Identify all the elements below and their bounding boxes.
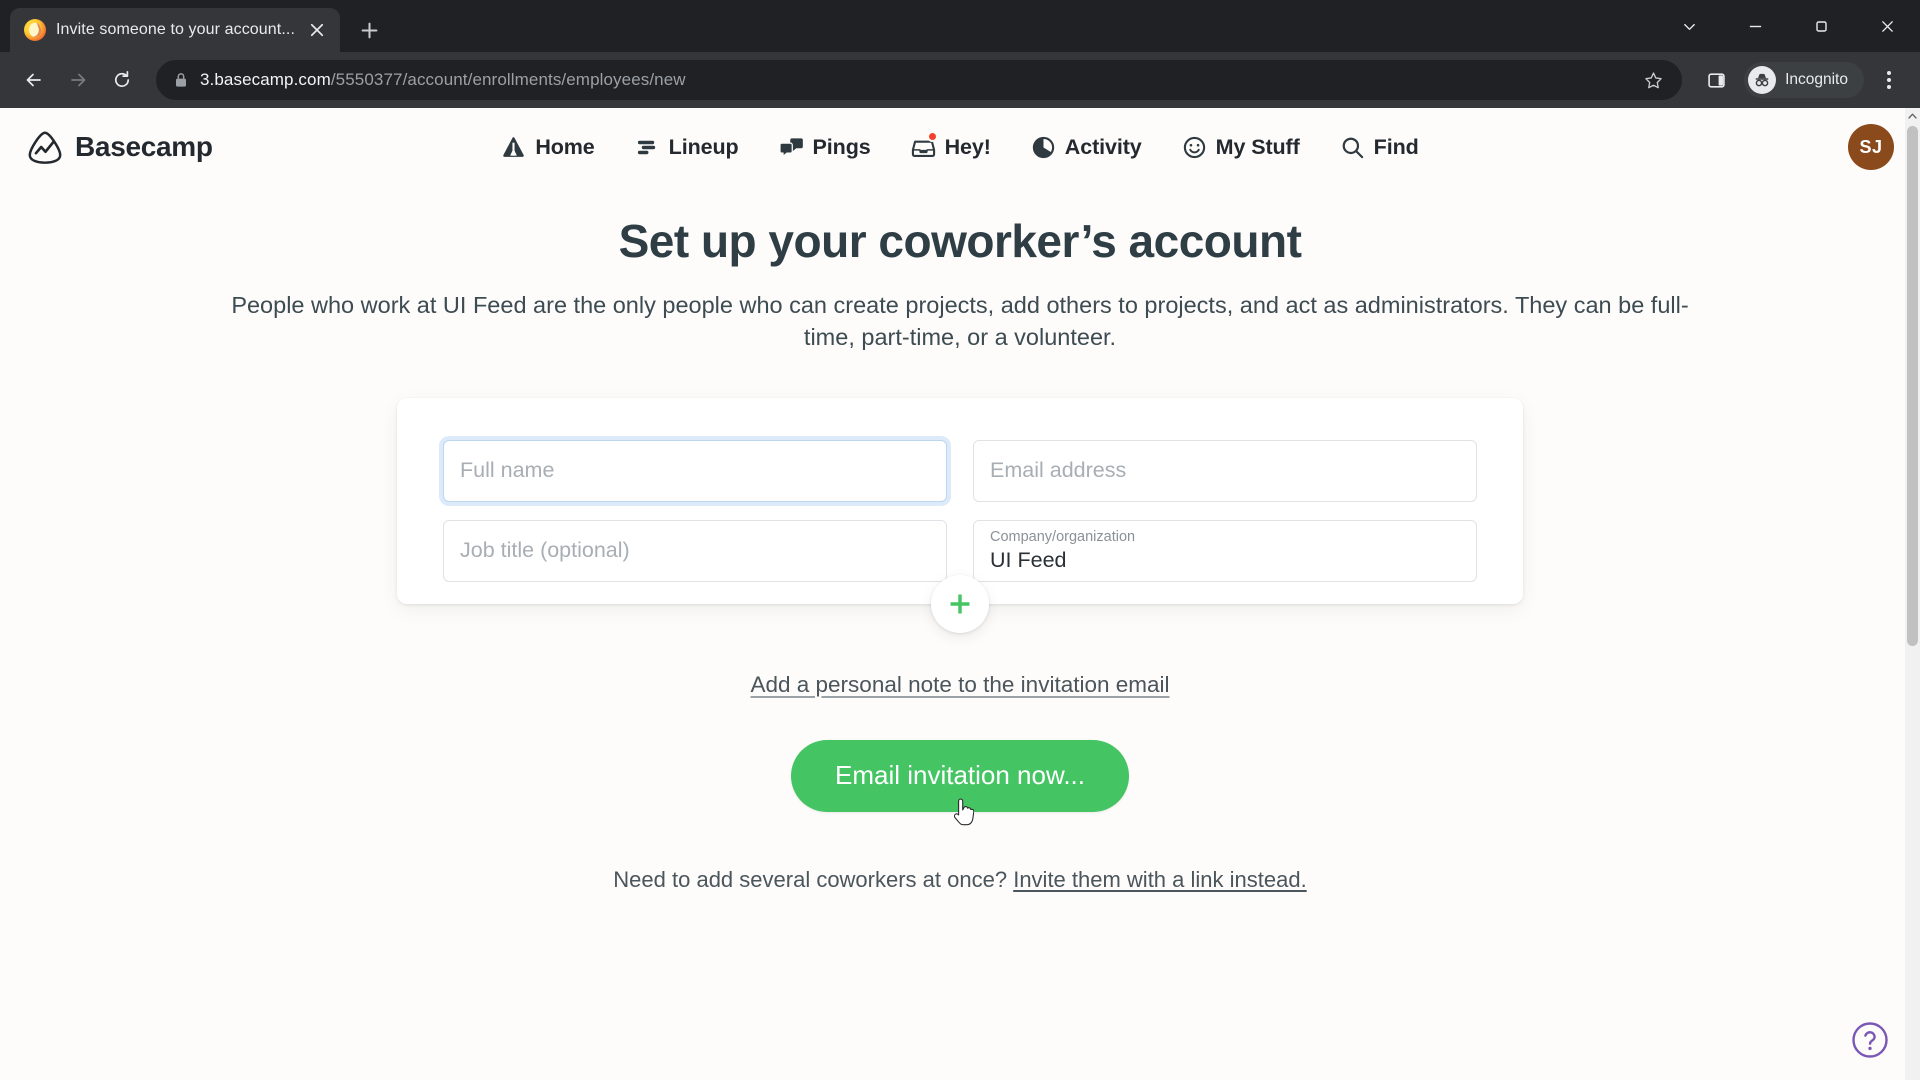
nav-item-activity[interactable]: Activity bbox=[1029, 131, 1144, 164]
nav-label: Home bbox=[535, 134, 595, 159]
help-button[interactable] bbox=[1848, 1018, 1892, 1062]
bookmark-star-icon[interactable] bbox=[1638, 65, 1668, 95]
email-field[interactable]: Email address bbox=[973, 439, 1477, 502]
side-panel-icon[interactable] bbox=[1696, 60, 1736, 100]
close-window-icon[interactable] bbox=[1854, 0, 1920, 52]
browser-tab[interactable]: Invite someone to your account... bbox=[10, 8, 340, 52]
notification-badge bbox=[926, 130, 938, 142]
email-invitation-label: Email invitation now... bbox=[834, 760, 1085, 791]
page-title: Set up your coworker’s account bbox=[618, 215, 1302, 267]
nav-label: Find bbox=[1373, 134, 1419, 159]
footer-note-prefix: Need to add several coworkers at once? bbox=[613, 866, 1008, 892]
avatar[interactable]: SJ bbox=[1848, 124, 1894, 170]
company-field[interactable]: Company/organization UI Feed bbox=[973, 519, 1477, 582]
mouse-cursor-icon bbox=[953, 798, 974, 826]
maximize-icon[interactable] bbox=[1788, 0, 1854, 52]
nav-item-my-stuff[interactable]: My Stuff bbox=[1180, 131, 1302, 164]
company-value: UI Feed bbox=[990, 547, 1067, 572]
email-placeholder: Email address bbox=[990, 458, 1127, 483]
nav-item-lineup[interactable]: Lineup bbox=[633, 131, 741, 164]
chat-icon bbox=[778, 137, 803, 158]
basecamp-logo-text: Basecamp bbox=[75, 131, 213, 162]
full-name-placeholder: Full name bbox=[460, 458, 555, 483]
incognito-indicator[interactable]: Incognito bbox=[1744, 62, 1864, 98]
address-bar[interactable]: 3.basecamp.com/5550377/account/enrollmen… bbox=[156, 60, 1683, 100]
nav-label: My Stuff bbox=[1215, 134, 1300, 159]
scroll-up-icon[interactable] bbox=[1905, 108, 1920, 125]
chrome-menu-icon[interactable] bbox=[1872, 60, 1906, 100]
page-scrollbar[interactable] bbox=[1905, 108, 1920, 1080]
tent-icon bbox=[503, 136, 525, 157]
back-button[interactable] bbox=[14, 60, 54, 100]
url-host: 3.basecamp.com bbox=[200, 70, 331, 89]
window-controls bbox=[1656, 0, 1920, 52]
incognito-icon bbox=[1748, 66, 1777, 94]
forward-button[interactable] bbox=[58, 60, 98, 100]
page-content: Set up your coworker’s account People wh… bbox=[0, 186, 1920, 1080]
app-nav-menu: Home Lineup Pings Hey! Activity My Stuff… bbox=[0, 130, 1920, 164]
basecamp-favicon-icon bbox=[24, 19, 46, 41]
invite-form-grid: Full name Email address Job title (optio… bbox=[443, 439, 1477, 582]
nav-label: Pings bbox=[812, 134, 871, 159]
basecamp-tent-icon bbox=[28, 131, 62, 164]
url-text: 3.basecamp.com/5550377/account/enrollmen… bbox=[200, 70, 1626, 90]
close-icon[interactable] bbox=[304, 17, 330, 43]
tab-strip: Invite someone to your account... bbox=[0, 0, 1920, 52]
app-navbar: Basecamp Home Lineup Pings Hey! Activity… bbox=[0, 108, 1920, 186]
footer-note: Need to add several coworkers at once? I… bbox=[613, 867, 1306, 893]
search-tabs-icon[interactable] bbox=[1656, 0, 1722, 52]
reload-button[interactable] bbox=[102, 60, 142, 100]
pie-icon bbox=[1032, 136, 1054, 158]
tab-title: Invite someone to your account... bbox=[56, 21, 294, 38]
nav-item-hey[interactable]: Hey! bbox=[909, 130, 993, 164]
plus-icon bbox=[950, 594, 970, 614]
nav-label: Hey! bbox=[944, 134, 991, 159]
nav-label: Lineup bbox=[668, 134, 739, 159]
add-another-person-button[interactable] bbox=[931, 574, 989, 633]
page-description: People who work at UI Feed are the only … bbox=[231, 292, 1689, 350]
full-name-field[interactable]: Full name bbox=[443, 439, 947, 502]
browser-window: Invite someone to your account... 3.base… bbox=[0, 0, 1920, 1080]
basecamp-logo[interactable]: Basecamp bbox=[26, 128, 213, 166]
lineup-icon bbox=[637, 140, 655, 154]
nav-item-pings[interactable]: Pings bbox=[777, 131, 873, 164]
search-icon bbox=[1342, 137, 1363, 158]
email-invitation-button[interactable]: Email invitation now... bbox=[790, 739, 1129, 826]
new-tab-button[interactable] bbox=[350, 11, 388, 49]
nav-label: Activity bbox=[1064, 134, 1142, 159]
invite-form-card: Full name Email address Job title (optio… bbox=[397, 397, 1523, 633]
browser-toolbar: 3.basecamp.com/5550377/account/enrollmen… bbox=[0, 52, 1920, 108]
smiley-icon bbox=[1183, 136, 1205, 158]
question-mark-icon bbox=[1852, 1022, 1888, 1058]
nav-item-find[interactable]: Find bbox=[1338, 131, 1421, 164]
incognito-label: Incognito bbox=[1785, 71, 1848, 88]
minimize-icon[interactable] bbox=[1722, 0, 1788, 52]
nav-item-home[interactable]: Home bbox=[499, 131, 596, 164]
lock-icon bbox=[174, 72, 188, 88]
page-viewport: Basecamp Home Lineup Pings Hey! Activity… bbox=[0, 108, 1920, 1080]
job-title-field[interactable]: Job title (optional) bbox=[443, 519, 947, 582]
url-path: /5550377/account/enrollments/employees/n… bbox=[330, 70, 686, 89]
scrollbar-thumb[interactable] bbox=[1907, 126, 1918, 646]
company-label: Company/organization bbox=[990, 528, 1136, 545]
job-title-placeholder: Job title (optional) bbox=[460, 538, 630, 563]
personal-note-link[interactable]: Add a personal note to the invitation em… bbox=[750, 672, 1169, 698]
invite-link-instead-link[interactable]: Invite them with a link instead. bbox=[1013, 867, 1306, 892]
